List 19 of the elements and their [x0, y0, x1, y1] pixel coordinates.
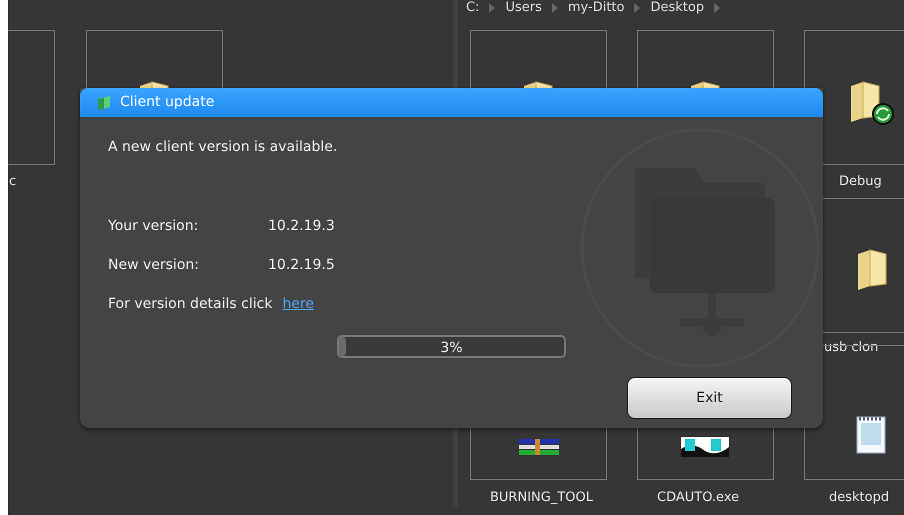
message-text: A new client version is available. — [108, 138, 338, 157]
file-name: c — [9, 174, 16, 189]
version-value: 10.2.19.3 — [268, 217, 335, 236]
breadcrumb-item[interactable]: Desktop — [650, 0, 704, 16]
file-name: Debug — [839, 174, 882, 189]
dialog-title: Client update — [120, 93, 214, 112]
breadcrumb-item[interactable]: C: — [466, 0, 480, 16]
exit-button[interactable]: Exit — [627, 377, 792, 419]
breadcrumb-item[interactable]: my-Ditto — [568, 0, 624, 16]
file-name: BURNING_TOOL — [490, 490, 593, 505]
details-link[interactable]: here — [282, 294, 314, 315]
version-label: New version: — [108, 256, 200, 275]
version-value: 10.2.19.5 — [268, 256, 335, 275]
file-name: desktopd — [829, 490, 890, 505]
breadcrumb-item[interactable]: Users — [505, 0, 542, 16]
file-name: CDAUTO.exe — [657, 490, 740, 505]
progress-reading: 3% — [439, 339, 464, 358]
version-label: Your version: — [108, 217, 200, 236]
details-text: For version details click — [108, 295, 272, 314]
